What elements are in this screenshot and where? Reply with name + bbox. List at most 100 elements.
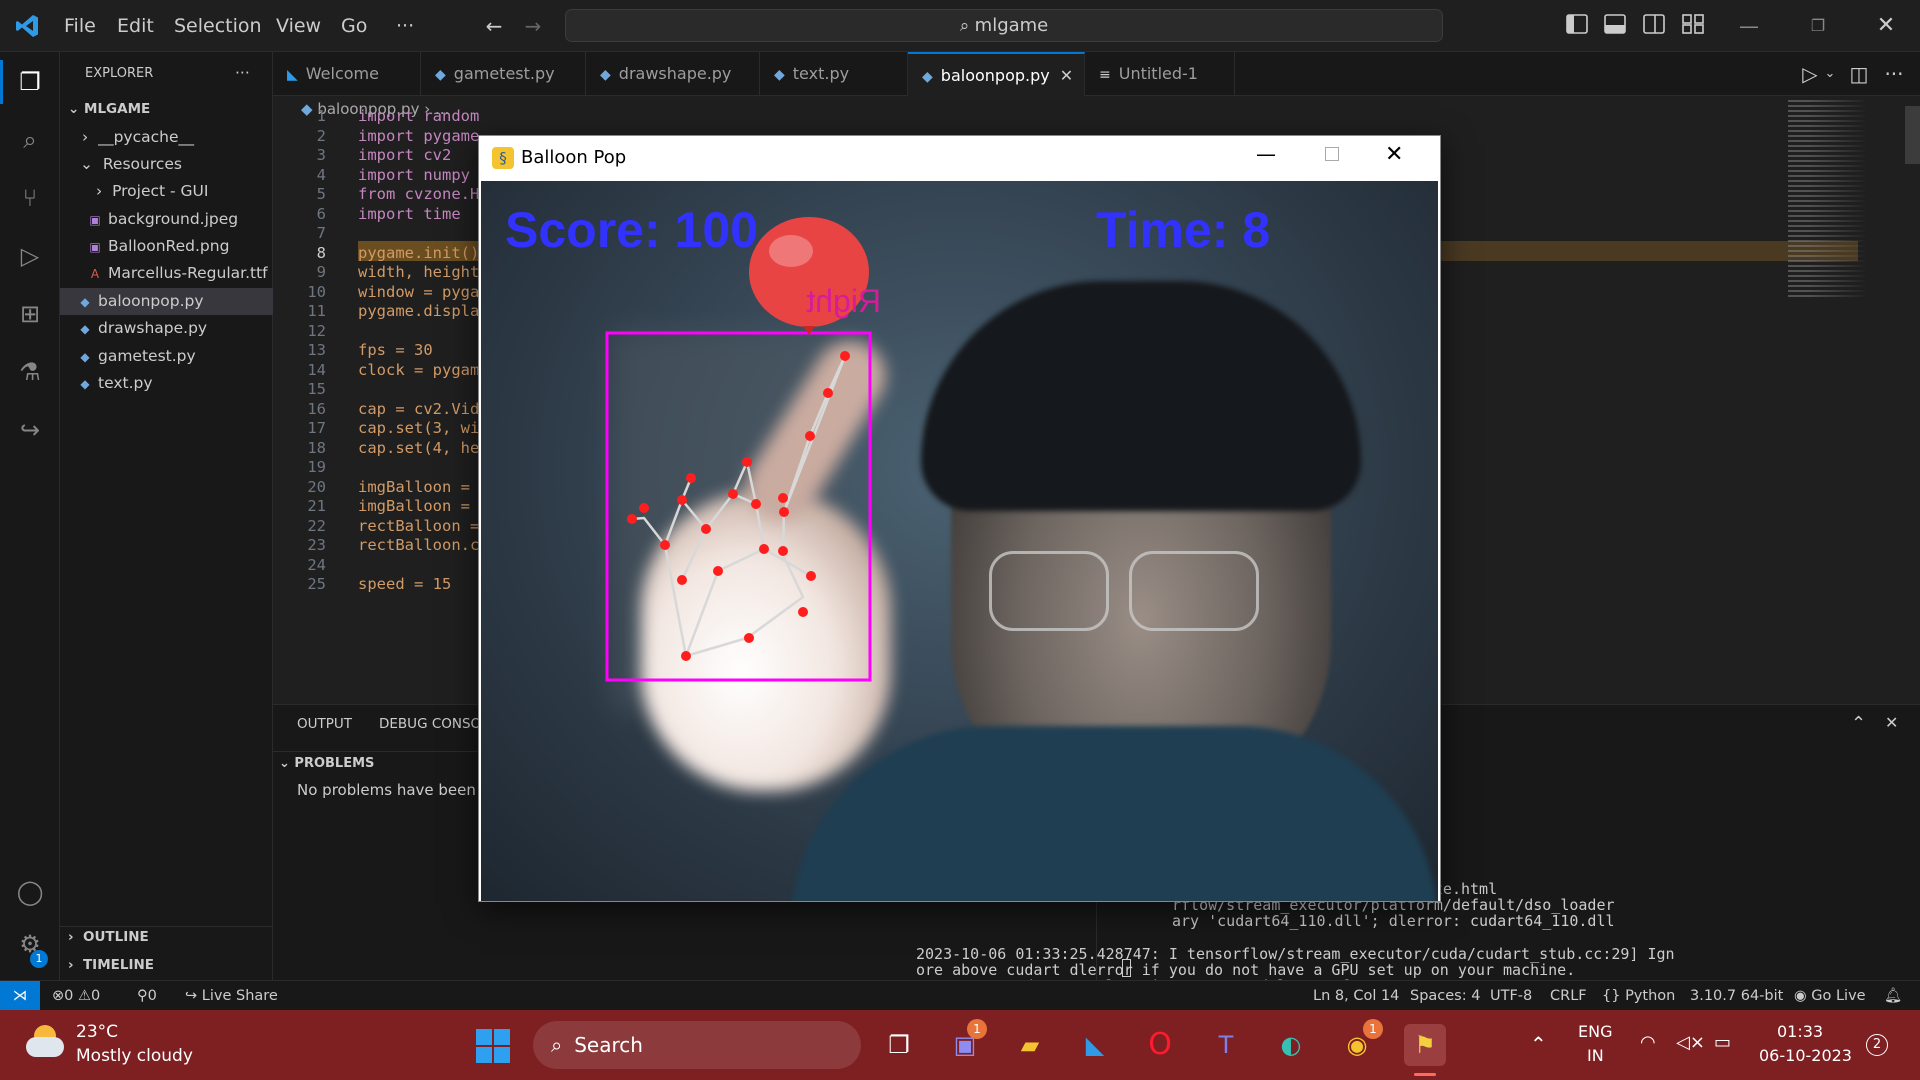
volume-muted-icon[interactable]: ◁× xyxy=(1676,1032,1705,1053)
close-tab-icon[interactable]: ✕ xyxy=(1060,66,1073,85)
run-debug-icon[interactable]: ▷ xyxy=(8,234,52,278)
back-arrow-icon[interactable]: ← xyxy=(482,14,506,38)
code-line[interactable]: import time xyxy=(358,202,461,226)
language-mode[interactable]: {} Python xyxy=(1602,981,1675,1011)
tree-item-balloonred[interactable]: ▣ BalloonRed.png xyxy=(60,233,273,260)
more-actions-icon[interactable]: ··· xyxy=(1882,62,1906,86)
menu-selection[interactable]: Selection xyxy=(174,0,262,52)
clock-time[interactable]: 01:33 xyxy=(1777,1022,1823,1041)
accounts-icon[interactable]: ◯ xyxy=(8,870,52,914)
menu-file[interactable]: File xyxy=(64,0,96,52)
notifications-bell-icon[interactable]: 🔔︎ xyxy=(1884,981,1902,1011)
battery-icon[interactable]: ▭ xyxy=(1714,1032,1731,1053)
tab-welcome[interactable]: ◣ Welcome xyxy=(273,52,421,96)
input-language-2[interactable]: IN xyxy=(1587,1046,1604,1065)
minimize-icon[interactable]: — xyxy=(1737,14,1761,38)
outline-header[interactable]: › OUTLINE xyxy=(60,924,273,951)
chrome-badge: 1 xyxy=(1363,1019,1383,1039)
maximize-icon[interactable] xyxy=(1325,147,1339,161)
edge-icon[interactable]: ◐ xyxy=(1270,1024,1312,1066)
code-line[interactable]: clock = pygam xyxy=(358,358,479,382)
live-share-icon[interactable]: ↪ xyxy=(8,408,52,452)
problems-header[interactable]: ⌄ PROBLEMS xyxy=(279,750,374,778)
tree-item-text[interactable]: ◆ text.py xyxy=(60,370,273,397)
explorer-icon[interactable]: ❐ xyxy=(8,60,52,104)
tree-item-baloonpop[interactable]: ◆ baloonpop.py xyxy=(60,288,273,315)
menu-go[interactable]: Go xyxy=(341,0,367,52)
menu-more[interactable]: ··· xyxy=(396,0,414,52)
toggle-panel-icon[interactable] xyxy=(1603,14,1627,38)
tab-gametest[interactable]: ◆ gametest.py xyxy=(421,52,586,96)
customize-layout-icon[interactable] xyxy=(1681,14,1705,38)
toggle-sidebar-icon[interactable] xyxy=(1565,14,1589,38)
game-title-bar[interactable]: § Balloon Pop — ✕ xyxy=(479,136,1440,181)
opera-icon[interactable]: O xyxy=(1139,1024,1181,1066)
tree-item-drawshape[interactable]: ◆ drawshape.py xyxy=(60,315,273,342)
encoding[interactable]: UTF-8 xyxy=(1490,981,1532,1011)
tab-text[interactable]: ◆ text.py xyxy=(760,52,908,96)
tree-item-label: background.jpeg xyxy=(108,210,239,228)
toggle-secondary-sidebar-icon[interactable] xyxy=(1642,14,1666,38)
close-panel-icon[interactable]: ✕ xyxy=(1885,713,1898,732)
wifi-icon[interactable]: ◠ xyxy=(1640,1032,1656,1053)
vscode-taskbar-icon[interactable]: ◣ xyxy=(1074,1024,1116,1066)
tab-baloonpop[interactable]: ◆ baloonpop.py ✕ xyxy=(908,52,1085,96)
task-view-icon[interactable]: ❐ xyxy=(878,1024,920,1066)
cloudy-weather-icon[interactable] xyxy=(26,1023,66,1063)
broadcast-icon: ◉ xyxy=(1794,988,1812,1004)
tree-item-resources[interactable]: ⌄ Resources xyxy=(60,151,273,178)
code-line[interactable]: cap.set(4, he xyxy=(358,436,479,460)
line-ending[interactable]: CRLF xyxy=(1550,981,1587,1011)
go-live-status[interactable]: ◉ Go Live xyxy=(1794,981,1866,1011)
teams-icon[interactable]: T xyxy=(1205,1024,1247,1066)
tree-item-gametest[interactable]: ◆ gametest.py xyxy=(60,343,273,370)
editor-scrollbar[interactable] xyxy=(1905,106,1920,164)
taskbar-search[interactable]: ⌕ Search xyxy=(533,1021,861,1069)
python-app-icon[interactable]: ⚑ xyxy=(1404,1024,1446,1066)
clock-date[interactable]: 06-10-2023 xyxy=(1759,1046,1852,1065)
search-icon[interactable]: ⌕ xyxy=(8,118,52,162)
indentation[interactable]: Spaces: 4 xyxy=(1410,981,1480,1011)
tab-output[interactable]: OUTPUT xyxy=(297,716,352,732)
minimap[interactable] xyxy=(1788,100,1888,300)
remote-icon[interactable]: ⋊ xyxy=(0,981,40,1011)
balloon-pop-window[interactable]: § Balloon Pop — ✕ Right Score: 100 Time:… xyxy=(478,135,1441,902)
tab-untitled[interactable]: ≡ Untitled-1 xyxy=(1085,52,1235,96)
notification-badge[interactable]: 2 xyxy=(1866,1034,1888,1056)
project-header[interactable]: ⌄ MLGAME xyxy=(60,96,273,123)
code-line[interactable]: rectBalloon.c xyxy=(358,533,479,557)
source-control-icon[interactable]: ⑂ xyxy=(8,176,52,220)
tree-item-project-gui[interactable]: › Project - GUI xyxy=(60,178,273,205)
tab-drawshape[interactable]: ◆ drawshape.py xyxy=(586,52,760,96)
forward-arrow-icon[interactable]: → xyxy=(521,14,545,38)
tree-item-pycache[interactable]: › __pycache__ xyxy=(60,124,273,151)
minimize-icon[interactable]: — xyxy=(1256,142,1276,166)
show-hidden-icons[interactable]: ⌃ xyxy=(1530,1032,1547,1056)
code-line[interactable]: speed = 15 xyxy=(358,572,451,596)
file-explorer-icon[interactable]: ▰ xyxy=(1009,1024,1051,1066)
run-dropdown-icon[interactable]: ⌄ xyxy=(1818,62,1842,86)
menu-view[interactable]: View xyxy=(276,0,321,52)
start-windows-icon[interactable] xyxy=(476,1029,510,1063)
close-icon[interactable]: ✕ xyxy=(1874,14,1898,38)
testing-icon[interactable]: ⚗ xyxy=(8,350,52,394)
extensions-icon[interactable]: ⊞ xyxy=(8,292,52,336)
code-line[interactable]: pygame.displa xyxy=(358,299,479,323)
restore-icon[interactable]: ❐ xyxy=(1806,14,1830,38)
command-center-search[interactable]: ⌕ mlgame xyxy=(565,9,1443,42)
tree-item-font[interactable]: A Marcellus-Regular.ttf xyxy=(60,260,273,287)
split-editor-icon[interactable]: ◫ xyxy=(1847,62,1871,86)
ports-status[interactable]: ⚲0 xyxy=(137,981,157,1011)
close-icon[interactable]: ✕ xyxy=(1385,142,1403,167)
live-share-status[interactable]: ↪ Live Share xyxy=(185,981,278,1011)
menu-edit[interactable]: Edit xyxy=(117,0,154,52)
problems-status[interactable]: ⊗0 ⚠0 xyxy=(52,981,100,1011)
timeline-header[interactable]: › TIMELINE xyxy=(60,952,273,979)
input-language-1[interactable]: ENG xyxy=(1578,1022,1612,1041)
python-interpreter[interactable]: 3.10.7 64-bit xyxy=(1690,981,1783,1011)
maximize-panel-icon[interactable]: ⌃ xyxy=(1851,713,1866,734)
tree-item-background[interactable]: ▣ background.jpeg xyxy=(60,206,273,233)
explorer-more-icon[interactable]: ··· xyxy=(235,60,265,87)
cursor-position[interactable]: Ln 8, Col 14 xyxy=(1313,981,1399,1011)
vscode-logo-icon[interactable] xyxy=(14,13,40,39)
